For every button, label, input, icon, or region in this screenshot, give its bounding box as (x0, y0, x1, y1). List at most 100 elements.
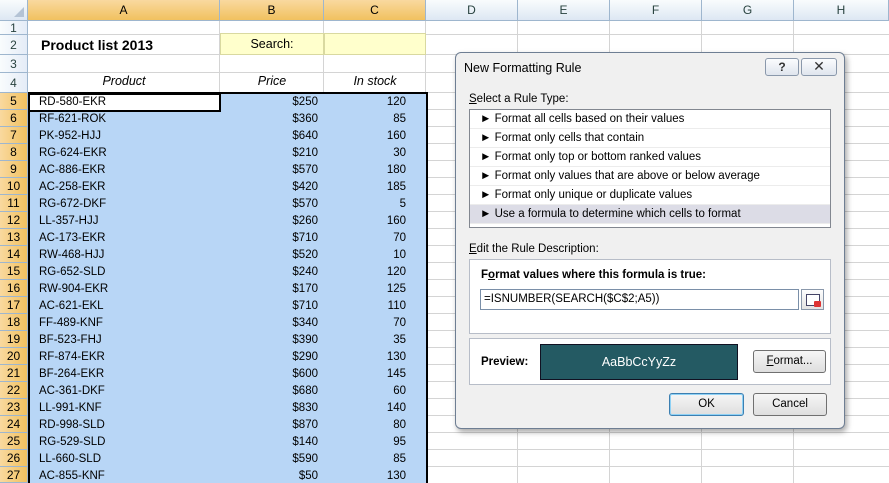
product-cell[interactable]: AC-886-EKR (39, 162, 217, 179)
search-input-cell[interactable] (324, 33, 426, 55)
stock-cell[interactable]: 60 (324, 383, 406, 400)
column-header[interactable]: D (426, 0, 518, 21)
price-cell[interactable]: $640 (220, 128, 318, 145)
product-cell[interactable]: RD-998-SLD (39, 417, 217, 434)
row-header[interactable]: 16 (0, 280, 28, 297)
price-cell[interactable]: $170 (220, 281, 318, 298)
stock-cell[interactable]: 110 (324, 298, 406, 315)
stock-cell[interactable]: 30 (324, 145, 406, 162)
stock-cell[interactable]: 85 (324, 111, 406, 128)
product-cell[interactable]: LL-357-HJJ (39, 213, 217, 230)
rule-type-item[interactable]: ► Format only top or bottom ranked value… (470, 148, 830, 167)
stock-cell[interactable]: 180 (324, 162, 406, 179)
column-header[interactable]: H (794, 0, 889, 21)
rule-type-list[interactable]: ► Format all cells based on their values… (469, 109, 831, 228)
product-cell[interactable]: RG-672-DKF (39, 196, 217, 213)
row-header[interactable]: 9 (0, 161, 28, 178)
cancel-button[interactable]: Cancel (753, 393, 827, 416)
product-cell[interactable]: AC-361-DKF (39, 383, 217, 400)
price-cell[interactable]: $360 (220, 111, 318, 128)
price-cell[interactable]: $250 (220, 94, 318, 111)
price-cell[interactable]: $140 (220, 434, 318, 451)
column-header[interactable]: G (702, 0, 794, 21)
product-cell[interactable]: BF-264-EKR (39, 366, 217, 383)
stock-cell[interactable]: 70 (324, 315, 406, 332)
product-cell[interactable]: AC-173-EKR (39, 230, 217, 247)
stock-cell[interactable]: 160 (324, 213, 406, 230)
product-cell[interactable]: LL-991-KNF (39, 400, 217, 417)
row-header[interactable]: 14 (0, 246, 28, 263)
rule-type-item[interactable]: ► Format only values that are above or b… (470, 167, 830, 186)
product-cell[interactable]: AC-258-EKR (39, 179, 217, 196)
row-header[interactable]: 27 (0, 467, 28, 483)
rule-type-item[interactable]: ► Format only unique or duplicate values (470, 186, 830, 205)
row-header[interactable]: 4 (0, 73, 28, 93)
column-header[interactable]: E (518, 0, 610, 21)
select-all-corner[interactable] (0, 0, 28, 21)
row-header[interactable]: 24 (0, 416, 28, 433)
row-header[interactable]: 17 (0, 297, 28, 314)
row-header[interactable]: 5 (0, 93, 28, 110)
help-button[interactable]: ? (765, 58, 799, 76)
row-header[interactable]: 6 (0, 110, 28, 127)
stock-cell[interactable]: 130 (324, 468, 406, 483)
stock-cell[interactable]: 185 (324, 179, 406, 196)
price-cell[interactable]: $710 (220, 230, 318, 247)
price-cell[interactable]: $520 (220, 247, 318, 264)
price-cell[interactable]: $420 (220, 179, 318, 196)
stock-cell[interactable]: 130 (324, 349, 406, 366)
product-cell[interactable]: RW-468-HJJ (39, 247, 217, 264)
row-header[interactable]: 15 (0, 263, 28, 280)
product-cell[interactable]: RW-904-EKR (39, 281, 217, 298)
price-cell[interactable]: $570 (220, 196, 318, 213)
ok-button[interactable]: OK (669, 393, 744, 416)
row-header[interactable]: 26 (0, 450, 28, 467)
stock-cell[interactable]: 70 (324, 230, 406, 247)
row-header[interactable]: 3 (0, 55, 28, 73)
row-header[interactable]: 10 (0, 178, 28, 195)
row-header[interactable]: 8 (0, 144, 28, 161)
product-cell[interactable]: AC-855-KNF (39, 468, 217, 483)
price-cell[interactable]: $210 (220, 145, 318, 162)
price-cell[interactable]: $50 (220, 468, 318, 483)
stock-cell[interactable]: 5 (324, 196, 406, 213)
product-cell[interactable]: LL-660-SLD (39, 451, 217, 468)
price-cell[interactable]: $390 (220, 332, 318, 349)
column-header[interactable]: B (220, 0, 324, 21)
row-header[interactable]: 12 (0, 212, 28, 229)
price-cell[interactable]: $600 (220, 366, 318, 383)
row-header[interactable]: 11 (0, 195, 28, 212)
price-cell[interactable]: $340 (220, 315, 318, 332)
stock-cell[interactable]: 140 (324, 400, 406, 417)
row-header[interactable]: 19 (0, 331, 28, 348)
product-cell[interactable]: RG-652-SLD (39, 264, 217, 281)
product-cell[interactable]: FF-489-KNF (39, 315, 217, 332)
stock-cell[interactable]: 160 (324, 128, 406, 145)
stock-cell[interactable]: 80 (324, 417, 406, 434)
row-header[interactable]: 21 (0, 365, 28, 382)
product-cell[interactable]: AC-621-EKL (39, 298, 217, 315)
product-cell[interactable]: RF-621-ROK (39, 111, 217, 128)
product-cell[interactable]: PK-952-HJJ (39, 128, 217, 145)
row-header[interactable]: 13 (0, 229, 28, 246)
rule-type-item-selected[interactable]: ► Use a formula to determine which cells… (470, 205, 830, 224)
row-header[interactable]: 22 (0, 382, 28, 399)
stock-cell[interactable]: 125 (324, 281, 406, 298)
price-cell[interactable]: $260 (220, 213, 318, 230)
row-header[interactable]: 1 (0, 21, 28, 35)
row-header[interactable]: 2 (0, 35, 28, 55)
stock-cell[interactable]: 145 (324, 366, 406, 383)
format-button[interactable]: Format... (753, 350, 826, 373)
stock-cell[interactable]: 120 (324, 264, 406, 281)
price-cell[interactable]: $830 (220, 400, 318, 417)
product-cell[interactable]: RF-874-EKR (39, 349, 217, 366)
product-cell[interactable]: RG-624-EKR (39, 145, 217, 162)
price-cell[interactable]: $590 (220, 451, 318, 468)
price-cell[interactable]: $680 (220, 383, 318, 400)
stock-cell[interactable]: 10 (324, 247, 406, 264)
row-header[interactable]: 20 (0, 348, 28, 365)
price-cell[interactable]: $710 (220, 298, 318, 315)
price-cell[interactable]: $290 (220, 349, 318, 366)
close-button[interactable]: ✕ (801, 58, 837, 76)
product-cell[interactable]: RD-580-EKR (39, 94, 217, 111)
